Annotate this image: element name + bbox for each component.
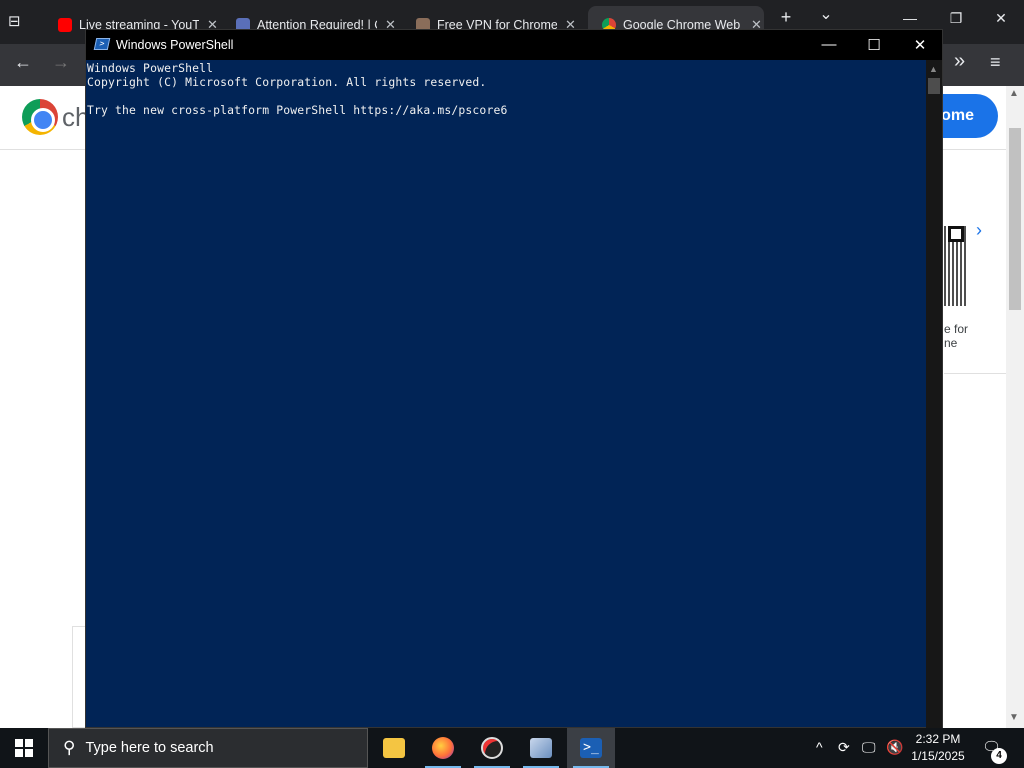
installer-icon [530,738,552,758]
powershell-titlebar[interactable]: > Windows PowerShell — ☐ ✕ [86,30,942,60]
powershell-taskbar-button[interactable]: >_ [567,728,615,768]
start-button[interactable] [0,728,48,768]
maximize-icon[interactable]: ☐ [864,36,884,54]
firefox-taskbar-button[interactable] [419,728,467,768]
console-line: Windows PowerShell [87,61,214,75]
app-taskbar-button[interactable] [517,728,565,768]
search-icon: ⚲ [63,738,76,757]
scroll-up-icon[interactable]: ▲ [1009,88,1019,99]
window-title: Windows PowerShell [116,38,234,52]
close-icon[interactable]: ✕ [991,10,1011,27]
restore-icon[interactable]: ❐ [946,10,966,27]
console-line: Copyright (C) Microsoft Corporation. All… [87,75,487,89]
powershell-icon: > [93,38,111,50]
forward-icon[interactable]: → [52,52,70,73]
powershell-icon: >_ [580,738,602,758]
windows-update-icon[interactable]: ⟳ [838,739,850,756]
scroll-up-icon[interactable]: ▲ [929,64,938,74]
taskbar-search-box[interactable]: ⚲ Type here to search [48,728,368,768]
windows-logo-icon [15,739,33,757]
minimize-icon[interactable]: — [900,10,920,26]
chrome-logo-icon [22,99,58,135]
scroll-thumb[interactable] [1009,128,1021,310]
tab-list-icon[interactable]: ⌄ [816,4,836,24]
console-line: ​ [87,89,925,103]
back-icon[interactable]: ← [14,52,32,73]
console-output[interactable]: Windows PowerShell Copyright (C) Microsof… [86,60,926,728]
scroll-down-icon[interactable]: ▼ [1009,712,1019,723]
powershell-window[interactable]: > Windows PowerShell — ☐ ✕ Windows Power… [85,29,943,728]
volume-muted-icon[interactable]: 🔇 [886,739,903,756]
show-hidden-icons-icon[interactable]: ^ [816,739,823,755]
promo-card-text: e for ne [944,322,969,350]
folder-icon [383,738,405,758]
content-card-edge [72,626,86,728]
page-scrollbar[interactable]: ▲ ▼ [1006,86,1024,728]
promo-card: › e for ne [944,190,1006,374]
app-taskbar-button[interactable] [468,728,516,768]
new-tab-button[interactable]: + [776,7,796,28]
console-scrollbar[interactable]: ▲ [926,60,942,728]
scroll-thumb[interactable] [928,78,940,94]
date: 1/15/2025 [911,749,965,763]
tab-search-icon[interactable]: ⊟ [8,12,28,32]
close-icon[interactable]: ✕ [910,36,930,54]
gauge-icon [481,737,503,759]
network-icon[interactable]: 🖵 [862,739,876,756]
menu-icon[interactable]: ≡ [990,52,1001,73]
qr-finder-icon [948,226,964,242]
more-extensions-icon[interactable]: » [954,50,965,73]
taskbar: ⚲ Type here to search >_ ^ ⟳ 🖵 🔇 2:32 PM… [0,728,1024,768]
firefox-icon [432,737,454,759]
time: 2:32 PM [915,732,961,746]
clock[interactable]: 2:32 PM 1/15/2025 [906,731,970,765]
file-explorer-taskbar-button[interactable] [370,728,418,768]
search-placeholder: Type here to search [85,740,214,756]
notification-count-badge: 4 [991,748,1007,764]
chevron-right-icon[interactable]: › [976,220,982,241]
minimize-icon[interactable]: — [819,36,839,53]
console-line: Try the new cross-platform PowerShell ht… [87,103,508,117]
youtube-icon [58,18,72,32]
